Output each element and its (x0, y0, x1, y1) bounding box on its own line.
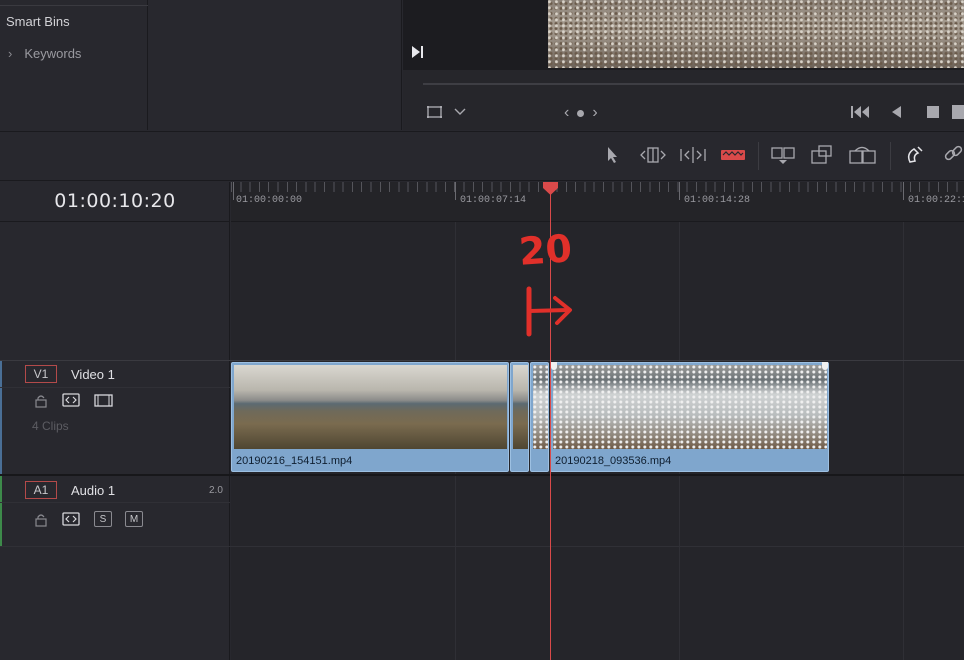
chevron-right-icon[interactable]: › (8, 46, 12, 61)
video-clip[interactable] (510, 362, 529, 472)
panel-divider (0, 5, 148, 6)
overwrite-clip-icon[interactable] (810, 144, 836, 166)
pointer-icon[interactable] (604, 145, 620, 165)
clip-thumbnail (533, 365, 548, 449)
solo-button[interactable]: S (94, 511, 112, 527)
lock-icon[interactable] (34, 513, 48, 527)
chevron-down-icon[interactable] (454, 108, 466, 116)
ruler-major-tick (903, 182, 904, 200)
auto-select-icon[interactable] (62, 393, 80, 407)
mute-button[interactable]: M (125, 511, 143, 527)
blade-icon[interactable] (720, 147, 746, 163)
clip-thumbnail (234, 365, 380, 449)
keywords-label: Keywords (24, 46, 82, 61)
video-track-badge[interactable]: V1 (25, 365, 57, 383)
clip-name: 20190218_093536.mp4 (555, 455, 672, 467)
replace-clip-icon[interactable] (848, 144, 878, 166)
timeline-timecode[interactable]: 01:00:10:20 (0, 190, 230, 212)
ruler-label: 01:00:00:00 (236, 195, 303, 206)
lock-icon[interactable] (34, 394, 48, 408)
viewer-zoom-icon[interactable] (426, 104, 444, 120)
play-toggle-icon[interactable] (410, 44, 426, 60)
video-track-name[interactable]: Video 1 (71, 367, 115, 382)
film-strip-icon[interactable] (94, 394, 114, 408)
video-clip[interactable] (530, 362, 549, 472)
play-icon[interactable] (952, 104, 964, 120)
clips-count: 4 Clips (32, 419, 69, 433)
clip-thumbnail (380, 365, 507, 449)
media-pool-clip-area (149, 0, 402, 130)
clip-thumbnail (553, 365, 680, 449)
track-divider (0, 546, 964, 547)
link-icon[interactable] (942, 144, 964, 166)
video-clip[interactable]: 20190216_154151.mp4 (231, 362, 509, 472)
clip-thumbnail (680, 365, 827, 449)
nav-prev-icon[interactable]: ‹ (564, 104, 569, 122)
viewer-nav[interactable]: ‹ › (564, 104, 598, 122)
audio-track-color-bar (0, 476, 2, 546)
video-clip[interactable]: 20190218_093536.mp4 (550, 362, 829, 472)
toolbar-separator (890, 142, 891, 170)
media-pool-bins-panel: Smart Bins › Keywords (0, 0, 148, 130)
annotation-number: 20 (517, 226, 574, 274)
ruler-major-tick (679, 182, 680, 200)
ruler-major-tick (233, 182, 234, 200)
annotation-arrow-icon (526, 286, 572, 337)
nav-next-icon[interactable]: › (592, 104, 597, 122)
stop-icon[interactable] (926, 105, 940, 119)
video-track-color-bar (0, 361, 2, 474)
audio-track-name[interactable]: Audio 1 (71, 483, 115, 498)
clip-handle[interactable] (551, 362, 557, 370)
toolbar-separator (758, 142, 759, 170)
insert-clip-icon[interactable] (770, 145, 798, 165)
audio-channel-format: 2.0 (209, 485, 223, 496)
track-header-divider (0, 502, 230, 503)
viewer-image (548, 0, 964, 68)
playhead-marker[interactable] (542, 182, 559, 196)
dynamic-trim-icon[interactable] (678, 146, 708, 164)
ruler-major-tick (455, 182, 456, 200)
track-divider (0, 474, 964, 476)
track-divider (0, 360, 964, 361)
ruler-label: 01:00:14:28 (684, 195, 751, 206)
clip-name: 20190216_154151.mp4 (236, 455, 353, 467)
clip-thumbnail (513, 365, 528, 449)
ruler-ticks (231, 182, 964, 192)
auto-select-icon[interactable] (62, 512, 80, 526)
keywords-bin[interactable]: › Keywords (8, 46, 81, 61)
trim-edit-icon[interactable] (638, 146, 668, 164)
smart-bins-header: Smart Bins (6, 14, 70, 29)
audio-track-badge[interactable]: A1 (25, 481, 57, 499)
grid-line (903, 222, 904, 660)
track-header-divider (0, 387, 230, 388)
reverse-play-icon[interactable] (890, 105, 902, 119)
jump-to-start-icon[interactable] (850, 105, 870, 119)
snapping-icon[interactable] (904, 144, 928, 166)
clip-handle[interactable] (822, 362, 828, 370)
track-header-column (0, 222, 230, 660)
ruler-label: 01:00:07:14 (460, 195, 527, 206)
nav-dot-icon[interactable] (577, 109, 585, 117)
viewer-scrub-bar[interactable] (423, 83, 964, 85)
ruler-label: 01:00:22:12 (908, 195, 964, 206)
